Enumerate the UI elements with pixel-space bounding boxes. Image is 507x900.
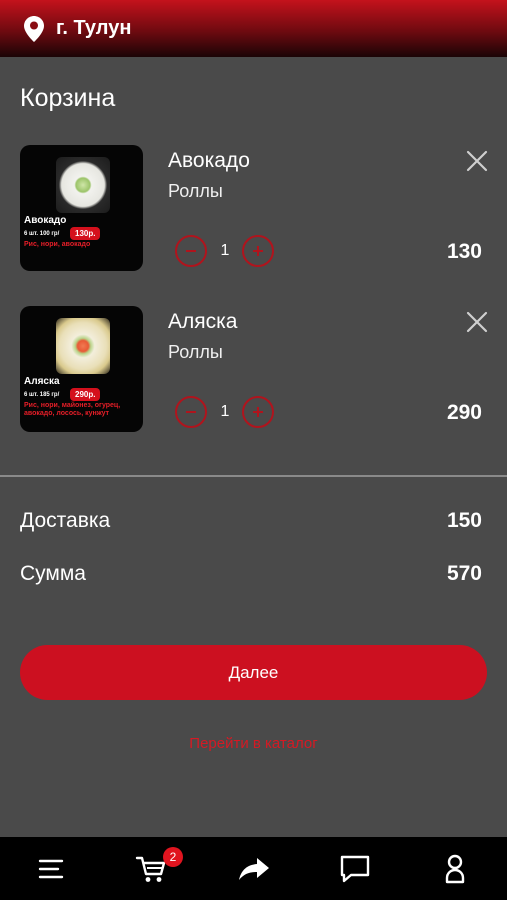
plus-icon [253,246,263,256]
tab-chat[interactable] [325,837,385,900]
tab-share[interactable] [224,837,284,900]
bottom-tab-bar [0,837,507,900]
top-bar: г. Тулун [0,0,507,57]
location-pin-icon[interactable] [24,15,44,43]
thumb-name: Аляска [24,376,60,387]
decrease-quantity-button[interactable] [175,396,207,428]
cart-item: Авокадо 6 шт. 100 гр/ 130р. Рис, нори, а… [0,144,507,274]
next-button[interactable]: Далее [20,645,487,700]
menu-icon [38,859,64,878]
item-price: 290 [446,401,482,424]
plus-icon [253,407,263,417]
remove-item-button[interactable] [464,148,490,174]
thumb-description: Рис, нори, майонез, огурец, авокадо, лос… [24,402,121,417]
profile-icon [445,854,465,883]
city-selector[interactable]: г. Тулун [56,17,131,40]
thumb-weight: 6 шт. 185 гр/ [24,392,60,398]
close-icon [466,311,488,333]
roll-photo [56,318,110,374]
total-value: 570 [446,562,482,585]
page-title: Корзина [20,84,116,112]
total-label: Сумма [20,562,86,585]
minus-icon [186,250,196,252]
total-row: Сумма 570 [20,562,482,586]
increase-quantity-button[interactable] [242,235,274,267]
increase-quantity-button[interactable] [242,396,274,428]
minus-icon [186,411,196,413]
item-category: Роллы [168,342,223,362]
cart-count-badge: 2 [163,847,183,867]
thumb-price: 290р. [70,388,101,401]
thumb-weight: 6 шт. 100 гр/ [24,231,60,237]
chat-icon [340,855,370,882]
product-image: Аляска 6 шт. 185 гр/ 290р. Рис, нори, ма… [20,306,143,432]
product-image: Авокадо 6 шт. 100 гр/ 130р. Рис, нори, а… [20,145,143,271]
divider [0,475,507,477]
roll-photo [56,157,110,213]
delivery-label: Доставка [20,509,111,532]
share-icon [239,857,269,880]
thumb-name: Авокадо [24,215,67,226]
delivery-row: Доставка 150 [20,509,482,533]
item-category: Роллы [168,181,223,201]
quantity-value: 1 [220,403,230,420]
cart-item: Аляска 6 шт. 185 гр/ 290р. Рис, нори, ма… [0,305,507,435]
thumb-description: Рис, нори, авокадо [24,241,91,248]
thumb-price: 130р. [70,227,101,240]
item-name: Аляска [168,310,238,333]
go-to-catalog-link[interactable]: Перейти в каталог [0,735,507,752]
tab-profile[interactable] [425,837,485,900]
close-icon [466,150,488,172]
quantity-value: 1 [220,242,230,259]
item-name: Авокадо [168,149,250,172]
tab-menu[interactable] [21,837,81,900]
decrease-quantity-button[interactable] [175,235,207,267]
delivery-value: 150 [446,509,482,532]
remove-item-button[interactable] [464,309,490,335]
item-price: 130 [446,240,482,263]
